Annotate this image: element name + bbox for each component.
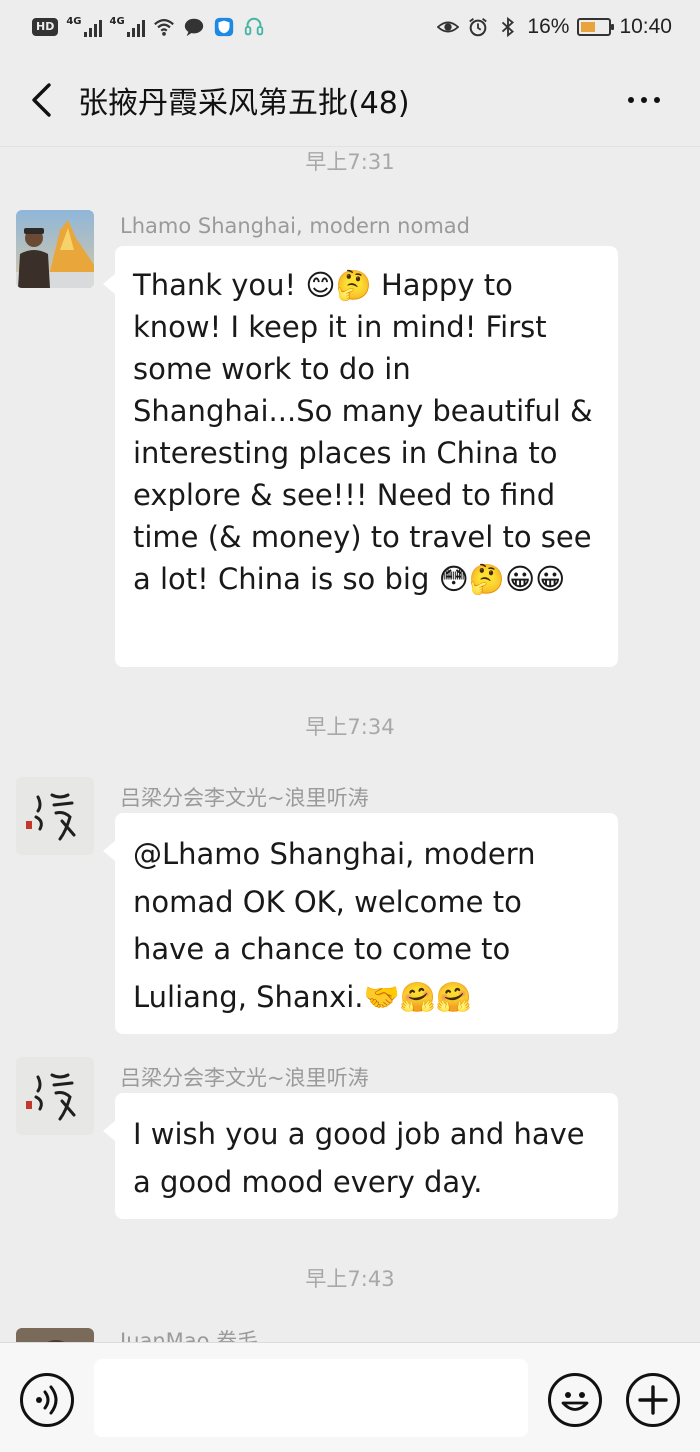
voice-icon	[36, 1385, 58, 1415]
chat-bubble-icon	[184, 18, 203, 37]
signal-icon: 4G	[66, 17, 102, 37]
shield-icon	[214, 17, 233, 37]
emoji-icon	[561, 1392, 589, 1411]
avatar[interactable]	[16, 210, 94, 288]
sender-name: 吕梁分会李文光~浪里听涛	[120, 786, 369, 810]
avatar-photo-icon	[16, 1328, 94, 1342]
avatar[interactable]	[16, 777, 94, 855]
back-button[interactable]	[22, 80, 62, 120]
avatar[interactable]	[16, 1328, 94, 1342]
status-left: HD 4G 4G	[32, 16, 265, 38]
clock-time: 10:40	[619, 15, 672, 38]
message-bubble[interactable]: I wish you a good job and have a good mo…	[103, 1093, 618, 1219]
sender-name: 吕梁分会李文光~浪里听涛	[120, 1066, 369, 1090]
more-options-button[interactable]	[624, 84, 664, 116]
sender-name: JuanMao 卷毛	[120, 1330, 259, 1342]
more-dots-icon	[628, 97, 634, 103]
emoji-button[interactable]	[548, 1373, 602, 1427]
voice-button[interactable]	[20, 1373, 74, 1427]
chevron-left-icon	[32, 83, 51, 117]
message-timestamp: 早上7:34	[305, 715, 395, 739]
wifi-icon	[153, 19, 174, 36]
signal-icon: 4G	[110, 17, 145, 37]
battery-icon	[577, 18, 615, 36]
avatar-photo-icon	[16, 210, 94, 288]
chat-header: 张掖丹霞采风第五批(48)	[0, 60, 700, 140]
more-functions-button[interactable]	[626, 1373, 680, 1427]
plus-icon	[638, 1385, 668, 1415]
status-right: 16% 10:40	[437, 15, 672, 39]
status-bar: HD 4G 4G 16% 10:40	[0, 0, 700, 54]
message-timestamp: 早上7:43	[305, 1267, 395, 1291]
avatar[interactable]	[16, 1057, 94, 1135]
message-input[interactable]	[94, 1359, 528, 1437]
sender-name: Lhamo Shanghai, modern nomad	[120, 214, 470, 238]
calligraphy-avatar-icon	[16, 1057, 94, 1135]
input-bar	[0, 1342, 700, 1452]
chat-title: 张掖丹霞采风第五批(48)	[78, 86, 410, 121]
eye-icon	[437, 21, 460, 33]
bluetooth-icon	[502, 16, 515, 38]
message-bubble[interactable]: Thank you! 😊🤔 Happy to know! I keep it i…	[103, 246, 618, 667]
message-bubble[interactable]: @Lhamo Shanghai, modern nomad OK OK, wel…	[103, 813, 618, 1034]
battery-percent: 16%	[527, 15, 570, 38]
calligraphy-avatar-icon	[16, 777, 94, 855]
hd-badge: HD	[32, 18, 59, 36]
alarm-icon	[469, 18, 488, 37]
message-timestamp: 早上7:31	[305, 150, 395, 174]
headset-icon	[244, 17, 263, 36]
